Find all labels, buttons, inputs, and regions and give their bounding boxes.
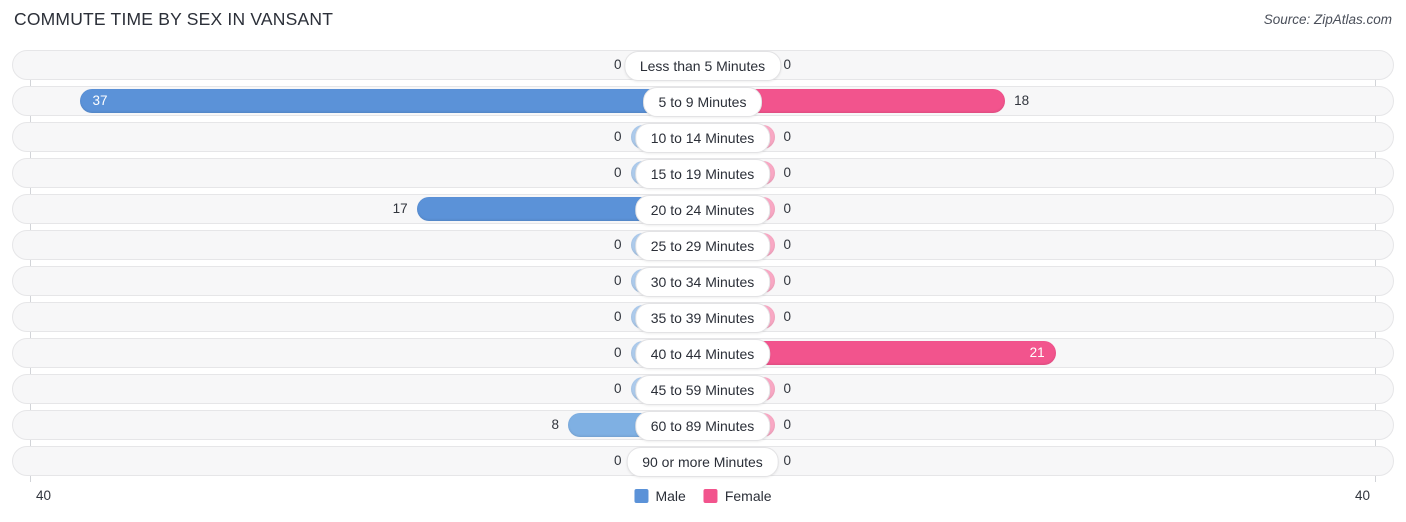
bar-row[interactable]: 0 0 90 or more Minutes	[0, 446, 1406, 477]
female-half	[702, 125, 1376, 149]
female-value-label: 21	[1029, 345, 1045, 360]
chart-footer: 40 40 Male Female	[0, 484, 1406, 522]
male-value-label: 0	[613, 345, 622, 360]
male-value-label: 8	[551, 417, 559, 432]
female-half	[702, 377, 1376, 401]
source-attribution: Source: ZipAtlas.com	[1263, 12, 1392, 27]
category-label: 35 to 39 Minutes	[634, 303, 771, 333]
bar-row-inner: 0 0 35 to 39 Minutes	[30, 302, 1376, 333]
female-value-label: 0	[783, 57, 792, 72]
bar-row[interactable]: 0 0 15 to 19 Minutes	[0, 158, 1406, 189]
male-value-label: 0	[613, 309, 622, 324]
male-value-label: 0	[613, 129, 622, 144]
male-half	[30, 197, 703, 221]
legend-swatch-icon	[703, 489, 718, 503]
male-value-label: 0	[613, 165, 622, 180]
female-value-label: 0	[783, 309, 792, 324]
bar-row-inner: 17 0 20 to 24 Minutes	[30, 194, 1376, 225]
bar-row-inner: 0 0 25 to 29 Minutes	[30, 230, 1376, 261]
category-label: 15 to 19 Minutes	[634, 159, 771, 189]
axis-tick-right: 40	[1354, 488, 1370, 503]
female-half	[702, 89, 1376, 113]
bar-row-inner: 37 18 5 to 9 Minutes	[30, 86, 1376, 117]
female-half	[702, 413, 1376, 437]
bar-row-inner: 0 0 45 to 59 Minutes	[30, 374, 1376, 405]
chart-legend: Male Female	[634, 488, 772, 504]
bar-row[interactable]: 8 0 60 to 89 Minutes	[0, 410, 1406, 441]
category-label: 10 to 14 Minutes	[634, 123, 771, 153]
bar-row[interactable]: 0 0 Less than 5 Minutes	[0, 50, 1406, 81]
female-half	[702, 269, 1376, 293]
category-label: 90 or more Minutes	[626, 447, 779, 477]
male-value-label: 0	[613, 453, 622, 468]
female-half	[702, 161, 1376, 185]
bar-row[interactable]: 0 0 25 to 29 Minutes	[0, 230, 1406, 261]
chart-plot-area: 0 0 Less than 5 Minutes 37 18 5 to 9 Minutes 0…	[0, 50, 1406, 482]
female-value-label: 0	[783, 381, 792, 396]
male-half	[30, 377, 703, 401]
male-half	[30, 233, 703, 257]
female-value-label: 0	[783, 201, 792, 216]
female-value-label: 0	[783, 237, 792, 252]
male-value-label: 17	[392, 201, 408, 216]
male-value-label: 37	[92, 93, 108, 108]
category-label: 25 to 29 Minutes	[634, 231, 771, 261]
bar-row[interactable]: 37 18 5 to 9 Minutes	[0, 86, 1406, 117]
bar-row[interactable]: 17 0 20 to 24 Minutes	[0, 194, 1406, 225]
legend-swatch-icon	[634, 489, 649, 503]
male-half	[30, 269, 703, 293]
female-half	[702, 305, 1376, 329]
female-value-label: 0	[783, 129, 792, 144]
page-title: COMMUTE TIME BY SEX IN VANSANT	[14, 9, 334, 29]
female-value-label: 0	[783, 417, 792, 432]
bar-row-inner: 0 0 30 to 34 Minutes	[30, 266, 1376, 297]
legend-label: Female	[724, 488, 772, 504]
male-half	[30, 449, 703, 473]
female-half	[702, 197, 1376, 221]
category-label: 5 to 9 Minutes	[642, 87, 763, 117]
male-bar[interactable]	[80, 89, 703, 113]
bar-row[interactable]: 0 0 45 to 59 Minutes	[0, 374, 1406, 405]
female-value-label: 0	[783, 453, 792, 468]
bar-row-inner: 0 21 40 to 44 Minutes	[30, 338, 1375, 369]
bar-row-inner: 0 0 Less than 5 Minutes	[30, 50, 1376, 81]
male-value-label: 0	[613, 237, 622, 252]
female-half	[702, 449, 1376, 473]
bar-rows-container: 0 0 Less than 5 Minutes 37 18 5 to 9 Minutes 0…	[0, 50, 1406, 482]
bar-row[interactable]: 0 21 40 to 44 Minutes	[0, 338, 1406, 369]
bar-row-inner: 0 0 10 to 14 Minutes	[30, 122, 1376, 153]
axis-tick-left: 40	[36, 488, 52, 503]
bar-row[interactable]: 0 0 30 to 34 Minutes	[0, 266, 1406, 297]
category-label: 30 to 34 Minutes	[634, 267, 771, 297]
female-value-label: 0	[783, 273, 792, 288]
bar-row-inner: 8 0 60 to 89 Minutes	[30, 410, 1376, 441]
legend-label: Male	[655, 488, 686, 504]
male-value-label: 0	[613, 57, 622, 72]
male-half	[30, 341, 703, 365]
female-half	[702, 53, 1376, 77]
male-value-label: 0	[613, 381, 622, 396]
category-label: 20 to 24 Minutes	[634, 195, 771, 225]
category-label: Less than 5 Minutes	[623, 51, 782, 81]
female-value-label: 18	[1014, 93, 1030, 108]
female-value-label: 0	[783, 165, 792, 180]
bar-row-inner: 0 0 90 or more Minutes	[30, 446, 1376, 477]
male-half	[30, 161, 703, 185]
male-half	[30, 305, 703, 329]
category-label: 45 to 59 Minutes	[634, 375, 771, 405]
bar-row[interactable]: 0 0 10 to 14 Minutes	[0, 122, 1406, 153]
legend-item[interactable]: Male	[634, 488, 686, 504]
bar-row[interactable]: 0 0 35 to 39 Minutes	[0, 302, 1406, 333]
male-half	[30, 89, 703, 113]
chart-header: COMMUTE TIME BY SEX IN VANSANT Source: Z…	[0, 0, 1406, 42]
bar-row-inner: 0 0 15 to 19 Minutes	[30, 158, 1376, 189]
male-half	[30, 125, 703, 149]
legend-item[interactable]: Female	[703, 488, 772, 504]
male-half	[30, 413, 703, 437]
category-label: 60 to 89 Minutes	[634, 411, 771, 441]
male-half	[30, 53, 703, 77]
category-label: 40 to 44 Minutes	[634, 339, 771, 369]
female-half	[702, 233, 1376, 257]
male-value-label: 0	[613, 273, 622, 288]
